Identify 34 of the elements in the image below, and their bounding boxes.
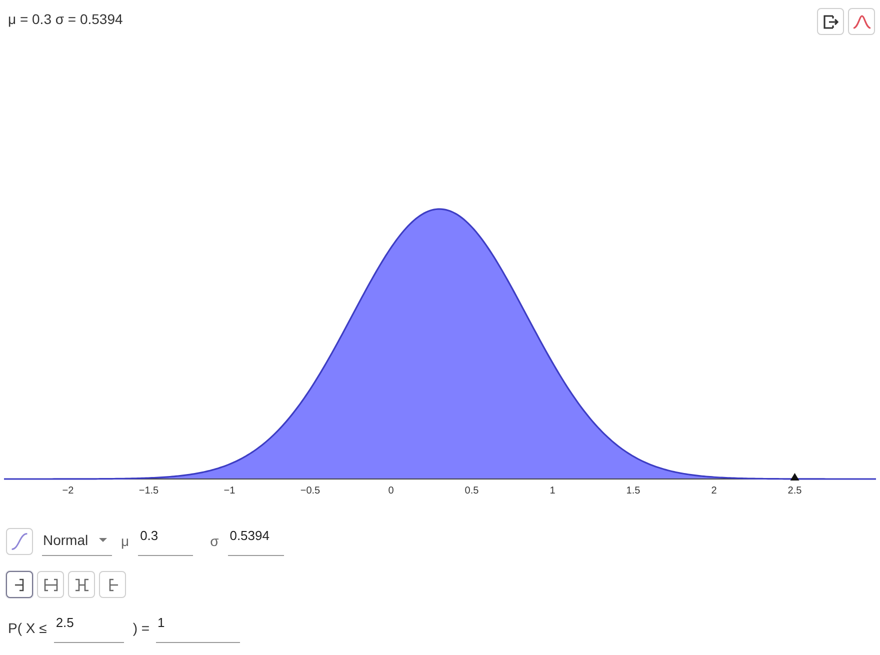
axis-tick-label: −0.5 — [300, 486, 320, 496]
parameter-summary: μ = 0.3 σ = 0.5394 — [8, 11, 123, 27]
parameter-field[interactable]: 0.3 — [138, 526, 194, 556]
interval-button[interactable] — [37, 571, 64, 598]
axis-tick-label: −1 — [224, 486, 236, 496]
axis-tick-label: 0.5 — [464, 486, 479, 496]
parameter-symbol: σ — [210, 533, 219, 549]
parameter-field[interactable]: 0.5394 — [228, 526, 284, 556]
export-icon — [822, 14, 838, 28]
triangle-marker-icon[interactable] — [790, 473, 800, 480]
cumulative-button[interactable] — [6, 528, 33, 554]
parameter-symbol: μ — [121, 533, 130, 549]
two-tailed-button[interactable] — [68, 571, 95, 598]
bracket-pair-icon — [42, 578, 58, 592]
axis-tick-label: 2.5 — [788, 486, 802, 496]
axis-tick-label: 2 — [711, 486, 717, 496]
axis-tick-label: −2 — [62, 486, 74, 496]
left-sided-button[interactable] — [6, 571, 33, 598]
probability-label: P( X ≤ — [8, 620, 47, 636]
graph-button[interactable] — [848, 8, 875, 35]
distribution-dropdown[interactable]: Normal — [42, 526, 112, 556]
outer-brackets-icon — [74, 578, 90, 592]
export-button[interactable] — [817, 8, 844, 35]
axis-tick-label: −1.5 — [138, 486, 159, 496]
bound-field[interactable]: 2.5 — [54, 613, 124, 643]
axis-tick-label: 1.5 — [626, 486, 640, 496]
axis-tick-label: 0 — [388, 486, 394, 496]
caret-icon — [99, 538, 107, 542]
result-field[interactable]: 1 — [156, 613, 240, 643]
equals-label: ) = — [132, 620, 150, 636]
s-curve-icon — [11, 532, 28, 550]
right-sided-button[interactable] — [99, 571, 126, 598]
bell-curve-icon — [852, 14, 870, 28]
axis-tick-label: 1 — [550, 486, 556, 496]
